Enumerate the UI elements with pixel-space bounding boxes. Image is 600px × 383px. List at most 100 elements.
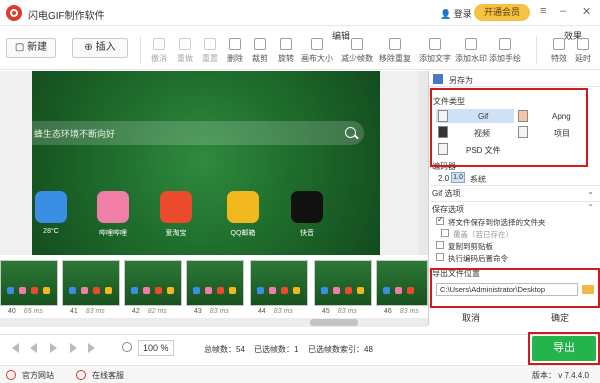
status-bar: 官方网站 在线客服 版本： v 7.4.4.0 (0, 365, 600, 383)
redo-icon (179, 38, 191, 50)
ok-button[interactable]: 确定 (551, 311, 569, 324)
frame-meta: 43 83 ms (194, 308, 229, 315)
prev-frame-icon[interactable] (30, 343, 37, 353)
next-frame-icon[interactable] (70, 343, 77, 353)
delay-tool[interactable]: 延时 (566, 38, 600, 64)
post-command-label: 执行编码后置命令 (448, 254, 508, 263)
duplicate-icon (389, 38, 401, 50)
minimize-icon[interactable]: – (560, 5, 566, 17)
frame-thumbnail[interactable] (124, 260, 182, 306)
trash-icon (229, 38, 241, 50)
weather-icon (35, 191, 67, 223)
selected-frames: 已选帧数：1 (254, 345, 299, 354)
save-to-folder-checkbox[interactable] (436, 215, 444, 225)
login-link[interactable]: 👤 登录 (440, 7, 472, 20)
vip-member-button[interactable]: 开通会员 (474, 4, 530, 21)
brush-icon (499, 38, 511, 50)
frame-thumbnail[interactable] (250, 260, 308, 306)
copy-clipboard-checkbox[interactable] (436, 241, 444, 249)
online-support-link[interactable]: 在线客服 (92, 370, 124, 381)
search-icon (345, 127, 356, 138)
insert-button[interactable]: ⊕ 插入 (72, 38, 128, 58)
first-frame-icon[interactable] (12, 343, 19, 353)
save-to-folder-label: 将文件保存到你选择的文件夹 (448, 218, 546, 227)
official-website-link[interactable]: 官方网站 (22, 370, 54, 381)
frame-thumbnail[interactable] (0, 260, 58, 306)
weather-app-tile: 28°C (32, 191, 70, 235)
add-drawing-tool[interactable]: 添加手绘 (488, 38, 522, 64)
reduce-icon (351, 38, 363, 50)
zoom-input[interactable]: 100 % (138, 340, 174, 356)
menu-icon[interactable]: ≡ (540, 5, 546, 17)
frame-thumbnail[interactable] (376, 260, 428, 306)
save-options-row[interactable]: 保存选项 ⌃ (428, 201, 600, 214)
rotate-icon (280, 38, 292, 50)
frame-meta: 46 83 ms (384, 308, 419, 315)
zoom-icon (122, 342, 132, 352)
divider (536, 36, 537, 64)
horizontal-scrollbar[interactable] (0, 318, 428, 327)
remove-duplicates-tool[interactable]: 移除重复 (378, 38, 412, 64)
effects-icon (553, 38, 565, 50)
overwrite-checkbox[interactable] (441, 229, 449, 237)
scroll-thumb[interactable] (310, 319, 358, 326)
qqmail-app-tile: QQ邮箱 (224, 191, 262, 238)
filmstrip: 40 65 ms 41 83 ms 42 82 ms 43 83 ms 44 83 ms … (0, 258, 428, 320)
frame-meta: 41 83 ms (70, 308, 105, 315)
taobao-icon (160, 191, 192, 223)
clock-icon (577, 38, 589, 50)
new-button[interactable]: ▢ 新建 (6, 38, 56, 58)
frame-thumbnail[interactable] (186, 260, 244, 306)
chevron-up-icon: ⌃ (587, 203, 594, 212)
dialog-title-bar: 另存为 (429, 71, 600, 87)
canvas-area: 蜂生态环境不断向好 28°C 哔哩哔哩 爱淘宝 QQ邮箱 快音 (0, 71, 428, 255)
plus-icon: ▢ (14, 42, 28, 53)
highlight-box-file-type (430, 88, 588, 167)
insert-icon: ⊕ (84, 42, 96, 53)
post-command-checkbox[interactable] (436, 253, 444, 261)
highlight-box-export-location (430, 268, 600, 308)
chevron-down-icon: ⌄ (587, 187, 594, 196)
encoder-1[interactable]: 1.0 (451, 172, 465, 183)
divider (140, 36, 141, 64)
frame-meta: 40 65 ms (8, 308, 43, 315)
cancel-button[interactable]: 取消 (462, 311, 480, 324)
add-text-tool[interactable]: 添加文字 (418, 38, 452, 64)
reduce-frames-tool[interactable]: 减少帧数 (340, 38, 374, 64)
text-icon (429, 38, 441, 50)
frame-thumbnail[interactable] (314, 260, 372, 306)
watermark-icon (465, 38, 477, 50)
reset-icon (204, 38, 216, 50)
highlight-box-export-button (528, 332, 600, 365)
support-icon (76, 370, 86, 380)
user-icon: 👤 (440, 9, 452, 19)
overwrite-label: 覆盖（若已存在） (453, 230, 513, 239)
website-icon (6, 370, 16, 380)
total-frames: 总帧数：54 (204, 345, 245, 354)
selected-index: 已选帧数索引：48 (308, 345, 373, 354)
encoder-2[interactable]: 2.0 (438, 174, 449, 183)
frame-meta: 45 83 ms (322, 308, 357, 315)
gif-options-row[interactable]: Gif 选项 ⌄ (428, 185, 600, 198)
close-icon[interactable]: ✕ (582, 5, 591, 18)
undo-icon (153, 38, 165, 50)
encoder-system[interactable]: 系统 (470, 174, 486, 185)
bilibili-app-tile: 哔哩哔哩 (94, 191, 132, 238)
save-icon (433, 74, 443, 84)
title-bar: 闪电GIF制作软件 👤 登录 开通会员 ≡ – ✕ (0, 0, 600, 26)
toolbar: ▢ 新建 ⊕ 插入 编辑 效果 撤消 重做 重置 删除 裁剪 旋转 画布大小 减… (0, 26, 600, 70)
version-label: 版本： v 7.4.4.0 (532, 371, 589, 380)
frame-thumbnail[interactable] (62, 260, 120, 306)
last-frame-icon[interactable] (88, 343, 95, 353)
bilibili-icon (97, 191, 129, 223)
preview-search-bar: 蜂生态环境不断向好 (32, 121, 364, 145)
rotate-tool[interactable]: 旋转 (269, 38, 303, 64)
canvas-size-tool[interactable]: 画布大小 (300, 38, 334, 64)
vertical-scrollbar[interactable] (419, 71, 428, 255)
add-watermark-tool[interactable]: 添加水印 (454, 38, 488, 64)
play-icon[interactable] (50, 343, 57, 353)
kuaiyin-app-tile: 快音 (288, 191, 326, 238)
preview-search-text: 蜂生态环境不断向好 (34, 129, 116, 139)
canvas-icon (311, 38, 323, 50)
frame-meta: 44 83 ms (258, 308, 293, 315)
